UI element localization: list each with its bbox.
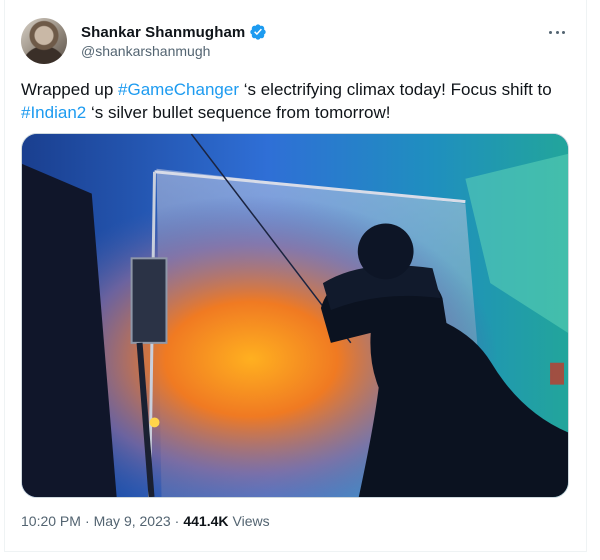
meta-separator-1: · bbox=[84, 513, 90, 529]
text-part-2: ‘s electrifying climax today! Focus shif… bbox=[239, 80, 552, 99]
tweet-card: Shankar Shanmugham @shankarshanmugh Wrap… bbox=[4, 0, 587, 552]
views-label: Views bbox=[232, 513, 270, 529]
text-part-1: Wrapped up bbox=[21, 80, 119, 99]
author-name-row[interactable]: Shankar Shanmugham bbox=[81, 23, 267, 41]
tweet-date[interactable]: May 9, 2023 bbox=[94, 513, 171, 529]
verified-badge-icon bbox=[250, 24, 267, 40]
author-handle[interactable]: @shankarshanmugh bbox=[81, 43, 210, 59]
more-horizontal-icon[interactable] bbox=[545, 22, 569, 42]
avatar[interactable] bbox=[21, 18, 67, 64]
tweet-meta: 10:20 PM · May 9, 2023 · 441.4K Views bbox=[21, 513, 270, 529]
tweet-photo[interactable] bbox=[21, 133, 569, 498]
meta-separator-2: · bbox=[174, 513, 180, 529]
hashtag-indian2[interactable]: #Indian2 bbox=[21, 103, 86, 122]
views-count[interactable]: 441.4K bbox=[183, 513, 228, 529]
hashtag-gamechanger[interactable]: #GameChanger bbox=[118, 80, 239, 99]
tweet-text: Wrapped up #GameChanger ‘s electrifying … bbox=[21, 78, 569, 124]
tweet-header: Shankar Shanmugham @shankarshanmugh bbox=[21, 18, 569, 66]
text-part-3: ‘s silver bullet sequence from tomorrow! bbox=[86, 103, 391, 122]
photo-image bbox=[22, 134, 568, 497]
tweet-time[interactable]: 10:20 PM bbox=[21, 513, 81, 529]
display-name[interactable]: Shankar Shanmugham bbox=[81, 24, 245, 41]
